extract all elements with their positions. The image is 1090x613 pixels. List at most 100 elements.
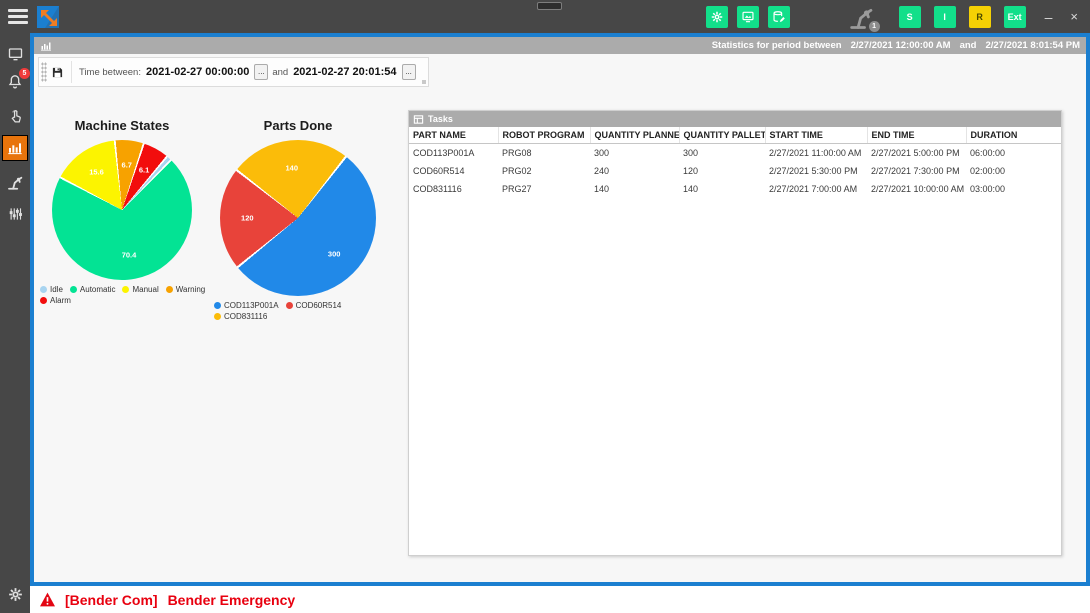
sidebar-item-display[interactable] bbox=[0, 43, 30, 65]
table-cell: 140 bbox=[590, 180, 679, 198]
legend-color-dot bbox=[286, 302, 293, 309]
sidebar-item-settings[interactable] bbox=[0, 583, 30, 605]
toolbar-resize-grip[interactable] bbox=[422, 80, 426, 84]
table-cell: COD60R514 bbox=[409, 162, 498, 180]
legend-color-dot bbox=[122, 286, 129, 293]
table-row[interactable]: COD831116PRG271401402/27/2021 7:00:00 AM… bbox=[409, 180, 1061, 198]
sidebar-item-manual-control[interactable] bbox=[0, 105, 30, 127]
display-button[interactable] bbox=[737, 6, 759, 28]
mode-buttons: SIR Ext bbox=[886, 6, 1026, 28]
legend-color-dot bbox=[166, 286, 173, 293]
minimize-button[interactable]: – bbox=[1041, 12, 1057, 22]
pie-slice-label: 6.1 bbox=[139, 166, 149, 175]
pie-slice-label: 15.6 bbox=[89, 168, 104, 177]
menu-hamburger-icon[interactable] bbox=[8, 9, 28, 24]
period-label: Statistics for period between bbox=[712, 40, 842, 51]
legend-item: COD60R514 bbox=[286, 301, 342, 310]
parts-done-pie: 140 300 120 bbox=[220, 140, 376, 296]
legend-item: Warning bbox=[166, 285, 206, 294]
sidebar-item-alarms[interactable]: 5 bbox=[0, 73, 30, 95]
tasks-panel-header: Tasks bbox=[409, 111, 1061, 127]
legend-color-dot bbox=[214, 313, 221, 320]
pie-slice-label: 140 bbox=[285, 163, 298, 172]
save-icon[interactable] bbox=[51, 66, 64, 79]
table-cell: 120 bbox=[679, 162, 765, 180]
settings-button[interactable] bbox=[706, 6, 728, 28]
robot-status-indicator[interactable]: 1 bbox=[846, 3, 878, 31]
legend-item: COD113P001A bbox=[214, 301, 279, 310]
sidebar-item-robot[interactable] bbox=[0, 171, 30, 193]
mode-button-ext[interactable]: Ext bbox=[1004, 6, 1026, 28]
time-to-browse-button[interactable]: ... bbox=[402, 64, 416, 80]
chart-title: Machine States bbox=[37, 118, 207, 133]
data-edit-button[interactable] bbox=[768, 6, 790, 28]
machine-states-chart: Machine States 6.7 6.1 70.4 15.6 Idle Automa… bbox=[37, 118, 207, 305]
statistics-content: Time between: 2021-02-27 00:00:00 ... an… bbox=[34, 54, 1086, 582]
table-header-row: PART NAMEROBOT PROGRAMQUANTITY PLANNEDQU… bbox=[409, 127, 1061, 144]
pie-slice-label: 6.7 bbox=[122, 160, 132, 169]
mode-button-i[interactable]: I bbox=[934, 6, 956, 28]
hand-pointer-icon bbox=[8, 108, 23, 125]
chart-title: Parts Done bbox=[211, 118, 385, 133]
toolbar-separator bbox=[71, 61, 72, 83]
column-header[interactable]: START TIME bbox=[765, 127, 867, 144]
column-header[interactable]: PART NAME bbox=[409, 127, 498, 144]
table-cell: PRG02 bbox=[498, 162, 590, 180]
status-source: [Bender Com] bbox=[65, 592, 158, 608]
robot-count-badge: 1 bbox=[869, 21, 880, 32]
sidebar-item-parameters[interactable] bbox=[0, 203, 30, 225]
column-header[interactable]: QUANTITY PLANNED bbox=[590, 127, 679, 144]
pie-slice-label: 70.4 bbox=[122, 250, 137, 259]
legend-color-dot bbox=[40, 286, 47, 293]
titlebar-controls: 1 SIR Ext – × bbox=[706, 3, 1090, 31]
pie-slice-label: 120 bbox=[241, 214, 254, 223]
table-cell: PRG08 bbox=[498, 144, 590, 163]
legend-item: Automatic bbox=[70, 285, 116, 294]
tasks-title: Tasks bbox=[428, 114, 453, 124]
sidebar-item-statistics[interactable] bbox=[2, 135, 28, 161]
pie-slice-label: 300 bbox=[328, 249, 341, 258]
column-header[interactable]: QUANTITY PALLETTIZED bbox=[679, 127, 765, 144]
table-row[interactable]: COD60R514PRG022401202/27/2021 5:30:00 PM… bbox=[409, 162, 1061, 180]
table-cell: COD831116 bbox=[409, 180, 498, 198]
column-header[interactable]: ROBOT PROGRAM bbox=[498, 127, 590, 144]
close-button[interactable]: × bbox=[1066, 9, 1082, 24]
gear-icon bbox=[710, 10, 724, 24]
legend-color-dot bbox=[70, 286, 77, 293]
legend-color-dot bbox=[40, 297, 47, 304]
window-drag-handle bbox=[537, 2, 562, 10]
content-frame: Statistics for period between 2/27/2021 … bbox=[30, 33, 1090, 586]
table-row[interactable]: COD113P001APRG083003002/27/2021 11:00:00… bbox=[409, 144, 1061, 163]
table-cell: 240 bbox=[590, 162, 679, 180]
table-cell: COD113P001A bbox=[409, 144, 498, 163]
time-to-field[interactable]: 2021-02-27 20:01:54 bbox=[293, 66, 396, 78]
parts-done-legend: COD113P001ACOD60R514COD831116 bbox=[211, 301, 385, 321]
status-bar: [Bender Com] Bender Emergency bbox=[30, 586, 1090, 613]
column-header[interactable]: DURATION bbox=[966, 127, 1061, 144]
legend-item: Idle bbox=[40, 285, 63, 294]
gear-icon bbox=[7, 586, 24, 603]
tasks-table: PART NAMEROBOT PROGRAMQUANTITY PLANNEDQU… bbox=[409, 127, 1061, 198]
statistics-header-bar: Statistics for period between 2/27/2021 … bbox=[34, 37, 1086, 54]
mode-button-r[interactable]: R bbox=[969, 6, 991, 28]
left-sidebar: 5 bbox=[0, 33, 30, 613]
status-message: Bender Emergency bbox=[168, 592, 296, 608]
machine-states-pie: 6.7 6.1 70.4 15.6 bbox=[52, 140, 192, 280]
sliders-icon bbox=[8, 206, 23, 222]
table-cell: 06:00:00 bbox=[966, 144, 1061, 163]
app-logo bbox=[35, 4, 61, 30]
legend-item: Manual bbox=[122, 285, 158, 294]
mode-button-s[interactable]: S bbox=[899, 6, 921, 28]
time-filter-toolbar: Time between: 2021-02-27 00:00:00 ... an… bbox=[38, 57, 429, 87]
time-from-browse-button[interactable]: ... bbox=[254, 64, 268, 80]
time-from-field[interactable]: 2021-02-27 00:00:00 bbox=[146, 66, 249, 78]
alarm-count-badge: 5 bbox=[19, 68, 30, 79]
table-icon bbox=[413, 114, 424, 125]
main-area: Statistics for period between 2/27/2021 … bbox=[30, 33, 1090, 613]
legend-item: Alarm bbox=[40, 296, 71, 305]
monitor-icon bbox=[7, 46, 24, 62]
bar-chart-icon bbox=[40, 40, 52, 52]
machine-states-legend: Idle Automatic Manual Warning Alarm bbox=[37, 285, 207, 305]
toolbar-drag-grip[interactable] bbox=[41, 62, 47, 82]
column-header[interactable]: END TIME bbox=[867, 127, 966, 144]
